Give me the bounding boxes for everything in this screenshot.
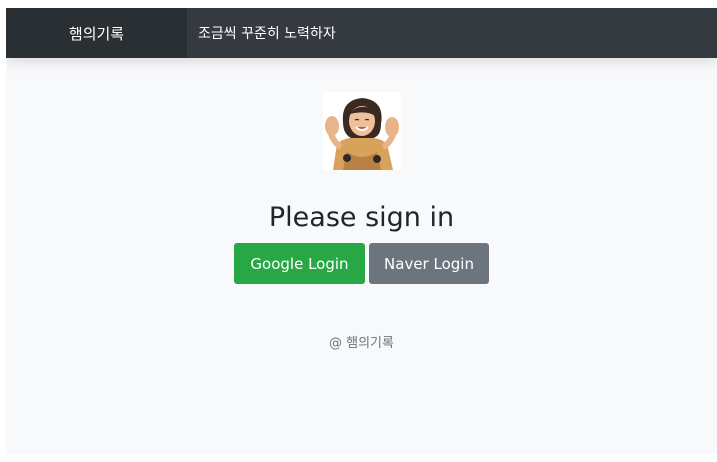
sign-in-title: Please sign in: [268, 202, 455, 233]
footer-copyright: @ 햄의기록: [329, 336, 394, 351]
top-strip: [0, 0, 717, 8]
page: 햄의기록 조금씩 꾸준히 노력하자 Please sign in Google …: [6, 8, 717, 454]
navbar: 햄의기록 조금씩 꾸준히 노력하자: [6, 8, 717, 58]
login-buttons: Google Login Naver Login: [234, 243, 489, 284]
sign-in-panel: Please sign in Google Login Naver Login …: [6, 58, 717, 351]
google-login-button[interactable]: Google Login: [234, 243, 365, 284]
profile-photo: [322, 92, 401, 170]
navbar-brand-link[interactable]: 햄의기록: [6, 8, 187, 58]
naver-login-button[interactable]: Naver Login: [369, 243, 489, 284]
window: 햄의기록 조금씩 꾸준히 노력하자 Please sign in Google …: [0, 0, 717, 462]
navbar-motto: 조금씩 꾸준히 노력하자: [198, 26, 336, 42]
